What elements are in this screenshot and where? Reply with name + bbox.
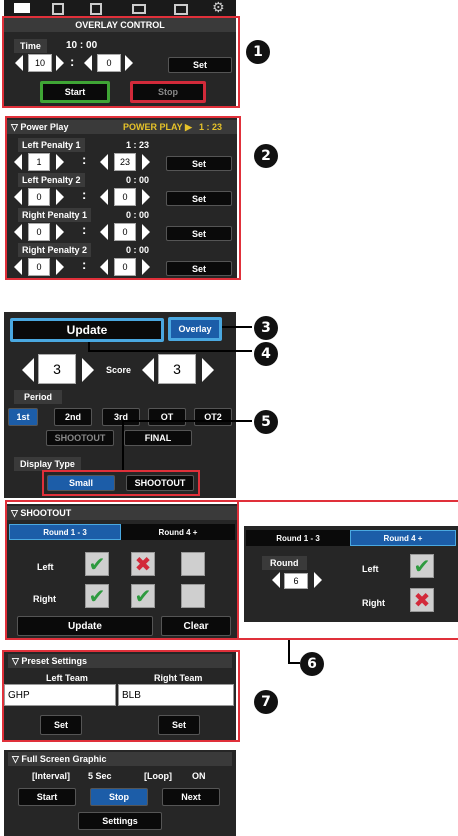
score-right-decrement-arrow[interactable] [142,358,154,382]
section-7-highlight [2,650,240,742]
score-right-increment-arrow[interactable] [202,358,214,382]
loop-value: ON [192,771,206,781]
fs-start-button[interactable]: Start [18,788,76,806]
callout-6-line-h [288,662,300,664]
callout-6: 6 [300,652,324,676]
callout-3-line [222,326,252,328]
shootout-round4-panel: Round 1 - 3 Round 4 + Round 6 Left ✔ Rig… [244,526,458,622]
interval-label: [Interval] [32,771,71,781]
round-increment-arrow[interactable] [314,572,322,588]
callout-6-line-v [288,640,290,664]
full-screen-graphic-header[interactable]: ▽ Full Screen Graphic [8,752,232,766]
section-6-highlight [5,500,239,640]
shootout-period-button[interactable]: SHOOTOUT [46,430,114,446]
gear-icon[interactable]: ⚙ [212,0,225,16]
display-shootout-button[interactable]: SHOOTOUT [126,475,194,491]
fs-next-button[interactable]: Next [162,788,220,806]
round-field[interactable]: 6 [284,573,308,589]
alt-left-label: Left [362,564,379,574]
alt-tab-round-1-3[interactable]: Round 1 - 3 [246,530,350,546]
score-left-decrement-arrow[interactable] [22,358,34,382]
callout-4-line-h [88,350,252,352]
period-label: Period [14,390,63,404]
period-1st-button[interactable]: 1st [8,408,38,426]
overlay-button[interactable]: Overlay [168,317,222,341]
callout-3: 3 [254,316,278,340]
list-edit-icon[interactable] [90,3,102,15]
camera-settings-icon[interactable] [174,4,188,15]
alt-right-cross[interactable]: ✖ [410,588,434,612]
period-ot-button[interactable]: OT [148,408,186,426]
display-small-button[interactable]: Small [47,475,115,491]
edit-icon[interactable] [52,3,64,15]
callout-4: 4 [254,342,278,366]
display-type-label: Display Type [14,457,81,471]
loop-label: [Loop] [144,771,172,781]
callout-5: 5 [254,410,278,434]
full-screen-graphic-panel: ▽ Full Screen Graphic [Interval] 5 Sec [… [4,750,236,836]
round-label: Round [262,556,307,570]
fs-settings-button[interactable]: Settings [78,812,162,830]
score-left-increment-arrow[interactable] [82,358,94,382]
interval-value: 5 Sec [88,771,112,781]
callout-1: 1 [246,40,270,64]
window-icon[interactable] [132,4,146,14]
alt-tab-round-4-plus[interactable]: Round 4 + [350,530,456,546]
callout-7: 7 [254,690,278,714]
period-ot2-button[interactable]: OT2 [194,408,232,426]
callout-2: 2 [254,144,278,168]
alt-right-label: Right [362,598,385,608]
period-2nd-button[interactable]: 2nd [54,408,92,426]
score-label: Score [106,365,132,375]
callout-5-line-v [122,420,124,470]
section-2-highlight [5,116,241,280]
period-3rd-button[interactable]: 3rd [102,408,140,426]
monitor-icon[interactable] [14,3,30,13]
final-period-button[interactable]: FINAL [124,430,192,446]
section-6-top-rule [239,500,458,502]
alt-left-check[interactable]: ✔ [410,554,434,578]
callout-5-line-h [122,420,252,422]
score-right-field[interactable]: 3 [158,354,196,384]
section-1-highlight [2,16,240,108]
section-6-bottom-rule [239,638,458,640]
round-decrement-arrow[interactable] [272,572,280,588]
fs-stop-button[interactable]: Stop [90,788,148,806]
score-left-field[interactable]: 3 [38,354,76,384]
top-toolbar: ⚙ [4,0,236,17]
update-button[interactable]: Update [10,318,164,342]
